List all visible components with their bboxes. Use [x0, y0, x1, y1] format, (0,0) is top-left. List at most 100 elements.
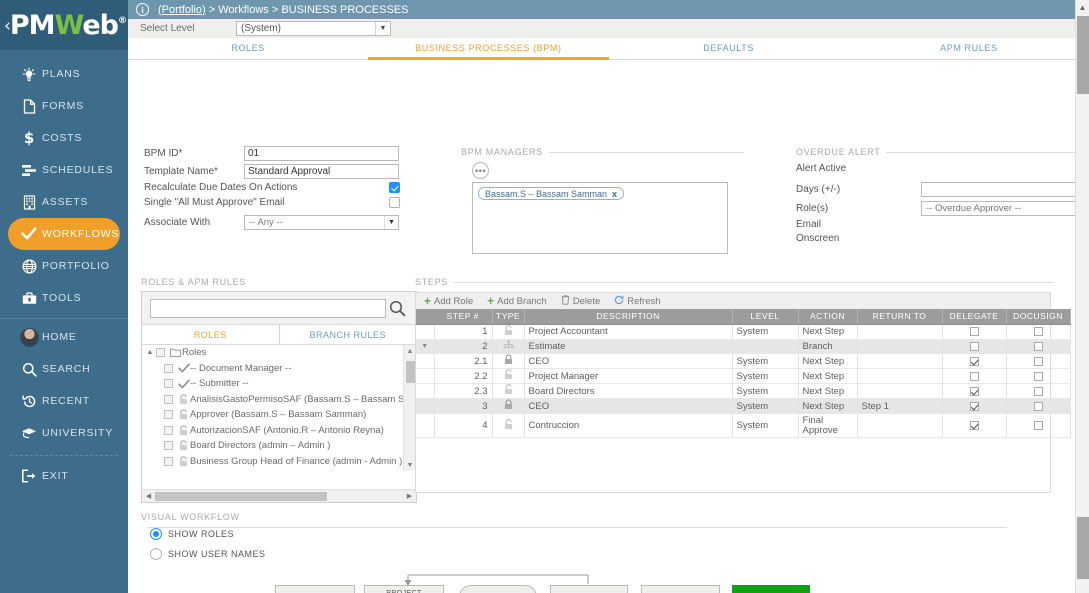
workflow-node-ceo[interactable]: CEO [550, 585, 628, 593]
sidebar-item-plans[interactable]: PLANS [8, 58, 120, 90]
sidebar-item-home[interactable]: HOME [8, 321, 120, 353]
scrollbar-thumb-top[interactable] [1077, 16, 1089, 94]
cell-docusign[interactable] [1006, 384, 1070, 399]
column-return-to[interactable]: RETURN TO [857, 309, 942, 324]
breadcrumb-workflows[interactable]: Workflows [218, 4, 269, 16]
tab-defaults[interactable]: DEFAULTS [609, 38, 849, 60]
days-input[interactable]: 0 [921, 182, 1089, 197]
cell-docusign[interactable] [1006, 399, 1070, 414]
cell-delegate[interactable] [942, 384, 1006, 399]
select-level-dropdown[interactable]: (System) ▼ [236, 21, 391, 36]
delegate-checkbox[interactable] [970, 387, 979, 396]
docusign-checkbox[interactable] [1034, 421, 1043, 430]
show-roles-radio[interactable] [150, 528, 162, 540]
expander-icon[interactable]: ▲ [144, 349, 156, 356]
table-row[interactable]: ▼ 2 Estimate Branch [416, 339, 1070, 354]
docusign-checkbox[interactable] [1034, 357, 1043, 366]
bpm-manager-chip[interactable]: Bassam.S – Bassam Samman x [478, 187, 624, 200]
tree-checkbox[interactable] [164, 395, 173, 404]
scroll-left-icon[interactable]: ◀ [142, 492, 155, 500]
add-role-button[interactable]: + Add Role [424, 295, 473, 307]
show-user-names-option[interactable]: SHOW USER NAMES [150, 548, 266, 560]
delegate-checkbox[interactable] [970, 402, 979, 411]
sidebar-item-portfolio[interactable]: PORTFOLIO [8, 250, 120, 282]
roles-tree[interactable]: ▲ Roles -- Document Manager -- -- Submit… [142, 345, 416, 471]
bpm-managers-list[interactable]: Bassam.S – Bassam Samman x [472, 182, 728, 254]
sidebar-item-workflows[interactable]: WORKFLOWS [8, 218, 120, 250]
roles-search-input[interactable] [150, 299, 386, 318]
bpm-managers-more-button[interactable]: ••• [472, 162, 489, 179]
tree-node-roles[interactable]: ▲ Roles [142, 345, 416, 361]
bpm-id-input[interactable]: 01 [244, 146, 399, 161]
tab-apm-rules[interactable]: APM RULES [849, 38, 1089, 60]
delegate-checkbox[interactable] [970, 342, 979, 351]
panel-tab-branch-rules[interactable]: BRANCH RULES [279, 325, 417, 344]
tree-checkbox[interactable] [164, 379, 173, 388]
app-logo[interactable]: ‹PMWeb® [0, 0, 128, 50]
docusign-checkbox[interactable] [1034, 327, 1043, 336]
cell-delegate[interactable] [942, 339, 1006, 354]
sidebar-item-tools[interactable]: TOOLS [8, 282, 120, 314]
search-icon[interactable] [386, 300, 408, 317]
column-delegate[interactable]: DELEGATE [942, 309, 1006, 324]
cell-delegate[interactable] [942, 369, 1006, 384]
delegate-checkbox[interactable] [970, 327, 979, 336]
table-row[interactable]: 3 CEO System Next Step Step 1 [416, 399, 1070, 414]
tree-node-approver[interactable]: Approver (Bassam.S – Bassam Samman) [142, 407, 416, 423]
tree-checkbox[interactable] [164, 426, 173, 435]
tree-checkbox[interactable] [156, 348, 165, 357]
delegate-checkbox[interactable] [970, 372, 979, 381]
workflow-node-submitter[interactable]: SUBMITTER [275, 585, 355, 593]
show-user-names-radio[interactable] [150, 548, 162, 560]
single-email-checkbox[interactable] [389, 197, 400, 208]
scrollbar-thumb-bottom[interactable] [1077, 517, 1089, 579]
associate-with-dropdown[interactable]: -- Any -- ▼ [244, 215, 399, 230]
tree-node-document-manager[interactable]: -- Document Manager -- [142, 361, 416, 377]
tree-checkbox[interactable] [164, 410, 173, 419]
delegate-checkbox[interactable] [970, 421, 979, 430]
column-step-number[interactable]: STEP # [434, 309, 492, 324]
sidebar-item-exit[interactable]: EXIT [8, 460, 120, 492]
breadcrumb-portfolio[interactable]: (Portfolio) [158, 4, 206, 16]
docusign-checkbox[interactable] [1034, 342, 1043, 351]
delete-button[interactable]: Delete [561, 295, 600, 308]
cell-docusign[interactable] [1006, 324, 1070, 339]
sidebar-item-costs[interactable]: $ COSTS [8, 122, 120, 154]
table-row[interactable]: 2.1 CEO System Next Step [416, 354, 1070, 369]
sidebar-item-recent[interactable]: RECENT [8, 385, 120, 417]
sidebar-item-schedules[interactable]: SCHEDULES [8, 154, 120, 186]
tab-business-processes[interactable]: BUSINESS PROCESSES (BPM) [368, 38, 608, 60]
cell-docusign[interactable] [1006, 369, 1070, 384]
scroll-right-icon[interactable]: ▶ [403, 492, 416, 500]
cell-delegate[interactable] [942, 414, 1006, 438]
remove-icon[interactable]: x [612, 189, 617, 199]
workflow-node-estimate[interactable]: ESTIMATE [459, 585, 537, 593]
row-expander[interactable]: ▼ [416, 339, 434, 354]
docusign-checkbox[interactable] [1034, 372, 1043, 381]
workflow-node-final-approve[interactable]: FINAL APPROVE [732, 585, 810, 593]
panel-tab-roles[interactable]: ROLES [142, 325, 279, 344]
show-roles-option[interactable]: SHOW ROLES [150, 528, 234, 540]
column-docusign[interactable]: DOCUSIGN [1006, 309, 1070, 324]
column-action[interactable]: ACTION [798, 309, 857, 324]
tree-checkbox[interactable] [164, 457, 173, 466]
docusign-checkbox[interactable] [1034, 402, 1043, 411]
sidebar-item-search[interactable]: SEARCH [8, 353, 120, 385]
column-level[interactable]: LEVEL [732, 309, 798, 324]
tree-node-autorizacionsaf[interactable]: AutorizacionSAF (Antonio.R – Antonio Rey… [142, 423, 416, 439]
tree-node-submitter[interactable]: -- Submitter -- [142, 376, 416, 392]
cell-delegate[interactable] [942, 324, 1006, 339]
delegate-checkbox[interactable] [970, 357, 979, 366]
column-description[interactable]: DESCRIPTION [524, 309, 732, 324]
refresh-button[interactable]: Refresh [614, 295, 660, 308]
workflow-node-project-accountant[interactable]: PROJECT ACCOUNTANT [364, 585, 444, 593]
overdue-roles-dropdown[interactable]: -- Overdue Approver -- ▼ [921, 201, 1089, 216]
tree-checkbox[interactable] [164, 364, 173, 373]
tree-node-analisisgastopermisosaf[interactable]: AnalisisGastoPermisoSAF (Bassam.S – Bass… [142, 392, 416, 408]
scroll-up-icon[interactable]: ▲ [1076, 0, 1089, 14]
sidebar-item-assets[interactable]: ASSETS [8, 186, 120, 218]
sidebar-item-forms[interactable]: FORMS [8, 90, 120, 122]
roles-tree-horizontal-scrollbar[interactable]: ◀ ▶ [142, 489, 416, 502]
sidebar-item-university[interactable]: UNIVERSITY [8, 417, 120, 449]
info-icon[interactable]: i [136, 3, 149, 16]
